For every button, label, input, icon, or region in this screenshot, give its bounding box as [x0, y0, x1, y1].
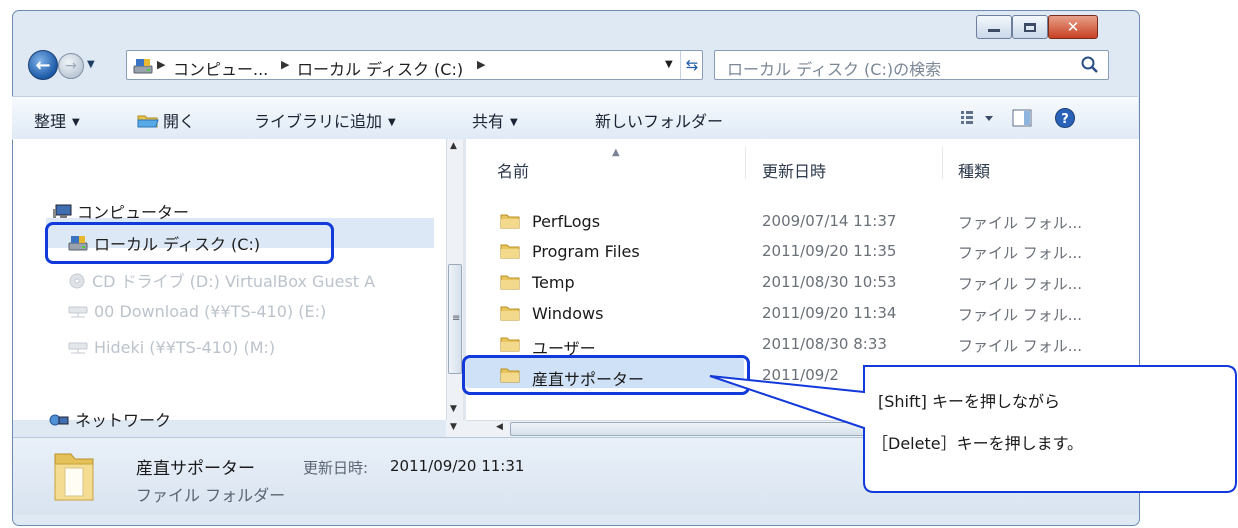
callout-line2: ［Delete］キーを押します。	[872, 434, 1083, 453]
callout-line1: [Shift] キーを押しながら	[878, 392, 1060, 411]
